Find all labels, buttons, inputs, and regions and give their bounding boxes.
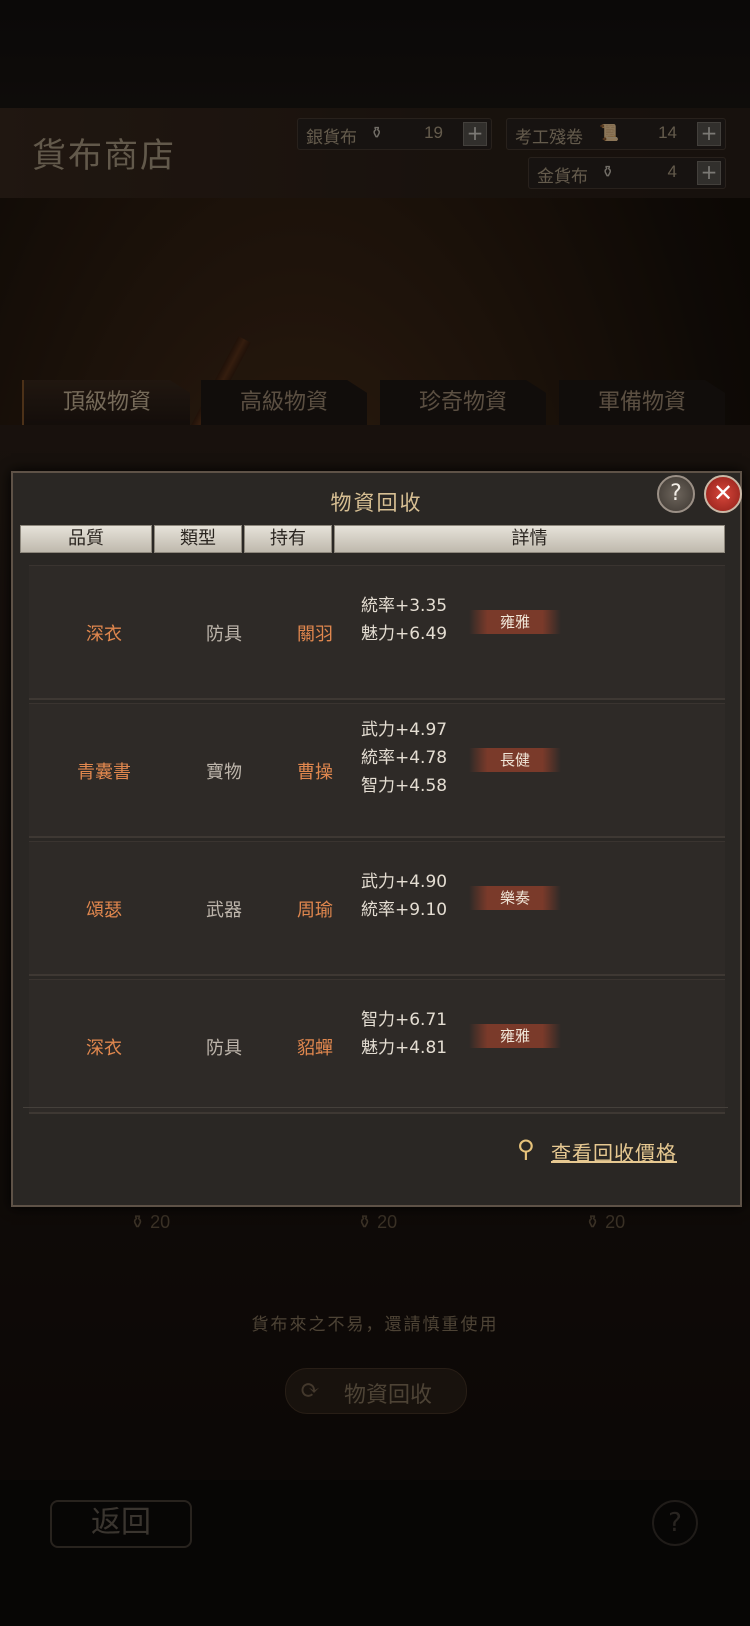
header-detail[interactable]: 詳情	[334, 525, 725, 553]
item-stats: 武力+4.90 統率+9.10	[361, 868, 471, 924]
item-owner: 貂蟬	[297, 1038, 333, 1059]
table-row[interactable]: 深衣 防具 關羽 統率+3.35 魅力+6.49 雍雅	[29, 565, 725, 700]
stat-line: 魅力+6.49	[361, 624, 448, 644]
item-tag: 長健	[469, 748, 561, 772]
stat-line: 魅力+4.81	[361, 1038, 448, 1058]
stat-line: 智力+4.58	[361, 776, 448, 796]
item-stats: 武力+4.97 統率+4.78 智力+4.58	[361, 716, 471, 800]
item-type: 武器	[206, 900, 242, 921]
dialog-title: 物資回收	[330, 491, 423, 515]
header-owner[interactable]: 持有	[244, 525, 332, 553]
divider	[23, 1107, 728, 1108]
table-row[interactable]: 青囊書 寶物 曹操 武力+4.97 統率+4.78 智力+4.58 長健	[29, 703, 725, 838]
stat-line: 統率+9.10	[361, 900, 448, 920]
stat-line: 武力+4.90	[361, 872, 448, 892]
close-icon[interactable]: ✕	[704, 475, 742, 513]
item-tag: 雍雅	[469, 1024, 561, 1048]
search-icon: ⚲	[517, 1135, 535, 1163]
item-stats: 統率+3.35 魅力+6.49	[361, 592, 471, 648]
item-owner: 關羽	[297, 624, 333, 645]
item-tag: 雍雅	[469, 610, 561, 634]
stat-line: 智力+6.71	[361, 1010, 448, 1030]
item-name: 深衣	[86, 1038, 122, 1059]
item-type: 防具	[206, 624, 242, 645]
item-tag: 樂奏	[469, 886, 561, 910]
recycle-dialog: 物資回收 ? ✕ 品質 類型 持有 詳情 深衣 防具 關羽 統率+3.35 魅力…	[11, 471, 742, 1207]
item-type: 寶物	[206, 762, 242, 783]
item-name: 頌瑟	[86, 900, 122, 921]
table-row[interactable]: 頌瑟 武器 周瑜 武力+4.90 統率+9.10 樂奏	[29, 841, 725, 976]
table-row[interactable]: 深衣 防具 貂蟬 智力+6.71 魅力+4.81 雍雅	[29, 979, 725, 1114]
stat-line: 武力+4.97	[361, 720, 448, 740]
item-owner: 曹操	[297, 762, 333, 783]
header-quality[interactable]: 品質	[20, 525, 152, 553]
view-recycle-price-label: 查看回收價格	[551, 1141, 677, 1165]
item-stats: 智力+6.71 魅力+4.81	[361, 1006, 471, 1062]
help-icon[interactable]: ?	[657, 475, 695, 513]
item-name: 深衣	[86, 624, 122, 645]
item-owner: 周瑜	[297, 900, 333, 921]
stat-line: 統率+4.78	[361, 748, 448, 768]
item-type: 防具	[206, 1038, 242, 1059]
header-type[interactable]: 類型	[154, 525, 242, 553]
item-name: 青囊書	[77, 762, 131, 783]
stat-line: 統率+3.35	[361, 596, 448, 616]
